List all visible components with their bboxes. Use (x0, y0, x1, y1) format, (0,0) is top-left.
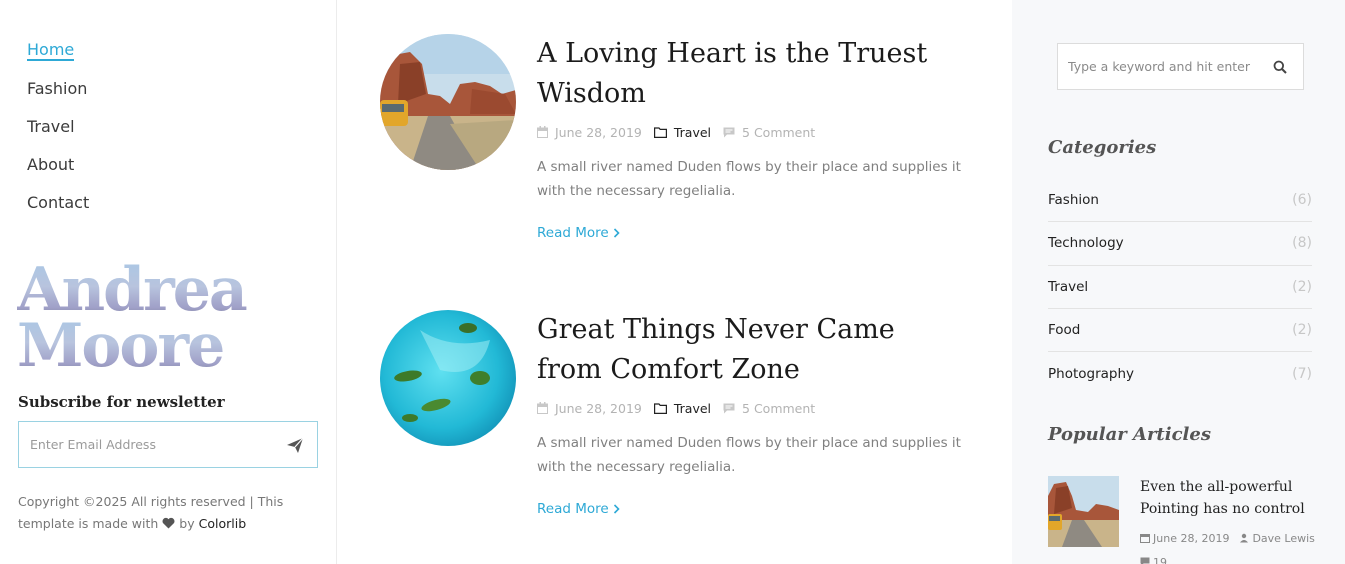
calendar-icon (537, 402, 548, 414)
post-excerpt: A small river named Duden flows by their… (537, 159, 961, 199)
post-title: Great Things Never Came from Comfort Zon… (537, 310, 967, 390)
category-item[interactable]: Photography (7) (1048, 352, 1312, 395)
nav-item-fashion: Fashion (27, 78, 89, 116)
post-category[interactable]: Travel (653, 400, 712, 416)
post-comments[interactable]: 5 Comment (723, 125, 815, 140)
search-input[interactable] (1058, 59, 1263, 74)
popular-article-thumbnail[interactable] (1048, 476, 1119, 547)
post-date: June 28, 2019 (537, 401, 642, 416)
post-title-link[interactable]: Great Things Never Came from Comfort Zon… (537, 314, 895, 385)
nav-link-contact[interactable]: Contact (27, 192, 89, 214)
chevron-right-icon (613, 504, 620, 514)
post-meta: June 28, 2019 Travel 5 Comment (537, 122, 967, 142)
post-thumbnail[interactable] (380, 34, 516, 170)
post-title: A Loving Heart is the Truest Wisdom (537, 34, 967, 114)
popular-article-title-text: Even the all-powerful Pointing has no co… (1140, 479, 1305, 517)
desert-road-image (1048, 476, 1119, 547)
calendar-icon (537, 126, 548, 138)
nav-item-home: Home (27, 40, 89, 78)
read-more-link[interactable]: Read More (537, 501, 620, 517)
post-category-text: Travel (673, 400, 712, 416)
newsletter-title: Subscribe for newsletter (18, 393, 225, 411)
post-date-text: June 28, 2019 (555, 400, 642, 416)
popular-article-author[interactable]: Dave Lewis (1239, 531, 1315, 545)
left-sidebar: Home Fashion Travel About Contact Andrea… (0, 0, 337, 564)
post-date: June 28, 2019 (537, 125, 642, 140)
popular-article-author-text: Dave Lewis (1252, 531, 1315, 545)
categories-title: Categories (1048, 137, 1157, 158)
folder-icon (653, 402, 667, 414)
popular-article-meta: June 28, 2019 Dave Lewis 19 (1140, 531, 1340, 564)
popular-article-date-text: June 28, 2019 (1153, 531, 1230, 545)
nav-item-contact: Contact (27, 192, 89, 230)
category-name: Technology (1048, 235, 1124, 252)
heart-icon (162, 517, 175, 529)
post-body: Great Things Never Came from Comfort Zon… (537, 310, 967, 517)
comment-icon (723, 127, 735, 137)
category-item[interactable]: Fashion (6) (1048, 179, 1312, 223)
nav-item-about: About (27, 154, 89, 192)
category-name: Travel (1048, 278, 1089, 295)
category-count: (7) (1292, 365, 1312, 382)
newsletter-form (18, 421, 318, 468)
post-meta: June 28, 2019 Travel 5 Comment (537, 398, 967, 418)
search-icon[interactable] (1273, 60, 1287, 74)
comment-icon (723, 403, 735, 413)
category-count: (8) (1292, 235, 1312, 252)
post-comments-text: 5 Comment (742, 400, 816, 416)
chevron-right-icon (613, 228, 620, 238)
category-count: (2) (1292, 278, 1312, 295)
category-item[interactable]: Travel (2) (1048, 266, 1312, 309)
copyright-by: by (179, 516, 195, 531)
post-body: A Loving Heart is the Truest Wisdom June… (537, 34, 967, 241)
desert-road-image (380, 34, 516, 170)
folder-icon (653, 126, 667, 138)
post-comments-text: 5 Comment (742, 124, 816, 140)
main-nav: Home Fashion Travel About Contact (27, 40, 89, 230)
category-name: Fashion (1048, 192, 1099, 209)
post-title-link[interactable]: A Loving Heart is the Truest Wisdom (537, 38, 927, 109)
search-form (1057, 43, 1304, 90)
post-thumbnail[interactable] (380, 310, 516, 446)
nav-item-travel: Travel (27, 116, 89, 154)
category-item[interactable]: Food (2) (1048, 309, 1312, 353)
colorlib-link[interactable]: Colorlib (199, 516, 247, 531)
category-count: (6) (1292, 192, 1312, 209)
copyright-text: Copyright ©2025 All rights reserved | Th… (18, 491, 298, 535)
categories-list: Fashion (6) Technology (8) Travel (2) Food (… (1048, 179, 1312, 395)
post-date-text: June 28, 2019 (555, 124, 642, 140)
read-more-label: Read More (537, 225, 609, 241)
paper-plane-icon[interactable] (285, 435, 305, 455)
right-sidebar: Categories Fashion (6) Technology (8) Trav… (1012, 0, 1345, 564)
nav-link-travel[interactable]: Travel (27, 116, 75, 138)
nav-link-fashion[interactable]: Fashion (27, 78, 87, 100)
newsletter-email-input[interactable] (19, 422, 269, 467)
logo-line-2: Moore (17, 311, 223, 370)
main-content: A Loving Heart is the Truest Wisdom June… (337, 0, 1012, 564)
category-name: Food (1048, 322, 1081, 339)
read-more-link[interactable]: Read More (537, 225, 620, 241)
popular-articles-title: Popular Articles (1048, 424, 1211, 445)
user-icon (1240, 533, 1249, 543)
category-name: Photography (1048, 365, 1135, 382)
post-category[interactable]: Travel (653, 124, 712, 140)
read-more-label: Read More (537, 501, 609, 517)
popular-article-title[interactable]: Even the all-powerful Pointing has no co… (1140, 476, 1330, 520)
site-logo[interactable]: Andrea Moore (17, 258, 257, 370)
comment-icon (1140, 557, 1150, 564)
post-category-text: Travel (673, 124, 712, 140)
popular-article-comments-text: 19 (1153, 555, 1167, 564)
post-excerpt: A small river named Duden flows by their… (537, 435, 961, 475)
category-count: (2) (1292, 322, 1312, 339)
category-item[interactable]: Technology (8) (1048, 222, 1312, 266)
nav-link-home[interactable]: Home (27, 40, 75, 61)
popular-article-comments[interactable]: 19 (1140, 555, 1167, 564)
post-comments[interactable]: 5 Comment (723, 401, 815, 416)
popular-article-date: June 28, 2019 (1140, 531, 1229, 545)
calendar-icon (1140, 534, 1150, 543)
lagoon-islands-image (380, 310, 516, 446)
nav-link-about[interactable]: About (27, 154, 74, 176)
